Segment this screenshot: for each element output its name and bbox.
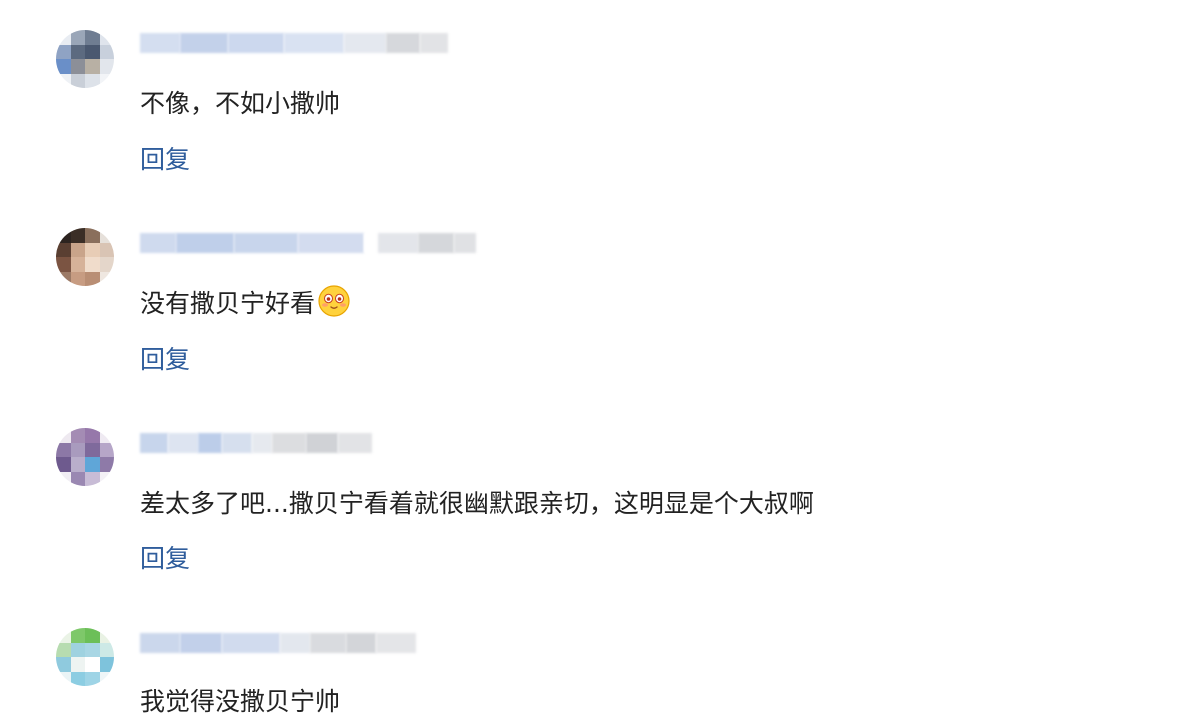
avatar[interactable] [56, 228, 114, 286]
reply-link[interactable]: 回复 [140, 340, 190, 376]
comment-text: 不像，不如小撒帅 [140, 89, 341, 118]
username-blurred[interactable] [140, 228, 476, 258]
reply-link[interactable]: 回复 [140, 140, 190, 176]
username-blurred[interactable] [140, 628, 416, 658]
avatar[interactable] [56, 428, 114, 486]
comment-text: 我觉得没撒贝宁帅 [140, 687, 341, 716]
username-blurred[interactable] [140, 428, 372, 458]
comment-text: 没有撒贝宁好看 [140, 284, 351, 320]
comment-text-body: 没有撒贝宁好看 [140, 289, 316, 318]
blush-face-emoji-icon [318, 285, 350, 317]
reply-link[interactable]: 回复 [140, 539, 190, 575]
avatar[interactable] [56, 30, 114, 88]
username-blurred[interactable] [140, 28, 448, 58]
avatar[interactable] [56, 628, 114, 686]
comment-text: 差太多了吧...撒贝宁看着就很幽默跟亲切，这明显是个大叔啊 [140, 489, 814, 518]
